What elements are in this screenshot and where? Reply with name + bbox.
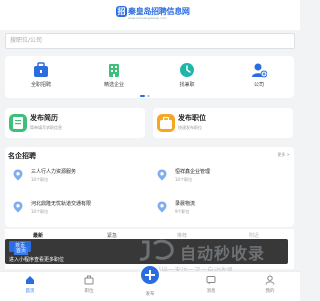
post-resume-title: 发布简历 (30, 114, 58, 122)
indicator-dot-active (140, 95, 145, 97)
watermark-main-text: 自动秒收录 (180, 244, 266, 263)
bottom-tab-bar: 首页 职位 发布 消息 我的 (0, 264, 300, 301)
post-job-card[interactable]: 发布职位 快速发布职位 (153, 108, 293, 138)
popup-tag: 首页 (14, 247, 29, 255)
post-job-icon (157, 114, 175, 132)
search-placeholder: 搜职位/公司 (10, 37, 43, 44)
company-item[interactable]: 录晨物流 9个职位 (153, 197, 289, 219)
logo-subtitle: www.qinhuangdaozp.com (128, 16, 167, 20)
company-job-count: 10个职位 (31, 177, 49, 182)
category-company[interactable]: 公司 (239, 62, 279, 88)
more-link[interactable]: 更多 > (277, 152, 290, 158)
tabbar-messages[interactable]: 消息 (191, 275, 231, 294)
category-fulltime[interactable]: 全职招聘 (21, 62, 61, 88)
logo-mark-icon: 招 (116, 6, 127, 17)
category-label: 全职招聘 (30, 82, 51, 88)
tabbar-label: 我的 (265, 289, 275, 294)
watermark-logo-icon (139, 239, 174, 261)
person-add-icon (252, 63, 267, 78)
briefcase-icon (34, 62, 48, 77)
company-job-count: 10个职位 (175, 177, 193, 182)
tabbar-label: 消息 (206, 289, 216, 294)
location-pin-icon (13, 201, 23, 213)
message-icon (206, 276, 216, 285)
indicator-dot (147, 95, 150, 97)
tabbar-label: 首页 (25, 289, 35, 294)
post-resume-subtitle: 简单填写求职信息 (30, 125, 62, 130)
company-name: 录晨物流 (175, 201, 196, 207)
post-job-subtitle: 快速发布职位 (178, 125, 202, 130)
plus-icon[interactable] (139, 264, 161, 286)
location-pin-icon (157, 169, 167, 181)
company-item[interactable]: 河北鼎隆无忧轨道交通有限 10个职位 (9, 197, 145, 219)
category-label: 找兼职 (179, 82, 195, 88)
clock-icon (180, 63, 194, 77)
tabbar-home[interactable]: 首页 (10, 275, 50, 294)
top-header: 招 秦皇岛招聘信息网 www.qinhuangdaozp.com (0, 0, 300, 30)
tabbar-jobs[interactable]: 职位 (69, 275, 109, 294)
category-label: 公司 (253, 82, 264, 88)
location-pin-icon (13, 169, 23, 181)
company-job-count: 10个职位 (31, 209, 49, 214)
tab-urgent[interactable]: 紧急 (107, 232, 117, 239)
resume-icon (9, 114, 27, 132)
section-title: 名企招聘 (8, 152, 36, 160)
tabbar-label: 职位 (84, 289, 94, 294)
company-job-count: 9个职位 (175, 209, 190, 214)
category-grid: 全职招聘 精选企业 找兼职 公司 (5, 56, 294, 98)
company-name: 河北鼎隆无忧轨道交通有限 (31, 201, 92, 207)
popup-text: 进入小程序查看更多职位 (9, 257, 65, 263)
briefcase-icon (84, 275, 94, 285)
company-item[interactable]: 恒祥鑫企业管理 10个职位 (153, 165, 289, 187)
tabbar-profile[interactable]: 我的 (250, 275, 290, 294)
user-icon (265, 275, 275, 285)
featured-companies: 名企招聘 更多 > 三人行人力资源服务 10个职位 恒祥鑫企业管理 10个职位 … (5, 147, 294, 227)
company-name: 三人行人力资源服务 (31, 169, 77, 175)
tab-latest[interactable]: 最新 (33, 232, 43, 239)
post-resume-card[interactable]: 发布简历 简单填写求职信息 (5, 108, 145, 138)
building-icon (109, 64, 119, 77)
home-icon (26, 276, 34, 284)
company-item[interactable]: 三人行人力资源服务 10个职位 (9, 165, 145, 187)
site-logo[interactable]: 招 秦皇岛招聘信息网 www.qinhuangdaozp.com (116, 6, 190, 20)
post-job-title: 发布职位 (178, 114, 206, 122)
category-enterprise[interactable]: 精选企业 (94, 62, 134, 88)
category-parttime[interactable]: 找兼职 (167, 62, 207, 88)
plus-glyph (145, 270, 155, 280)
company-name: 恒祥鑫企业管理 (175, 169, 211, 175)
tabbar-post-label[interactable]: 发布 (135, 291, 165, 297)
location-pin-icon (157, 201, 167, 213)
category-label: 精选企业 (103, 82, 124, 88)
search-input[interactable]: 搜职位/公司 (5, 33, 295, 49)
logo-title: 秦皇岛招聘信息网 (128, 6, 190, 16)
